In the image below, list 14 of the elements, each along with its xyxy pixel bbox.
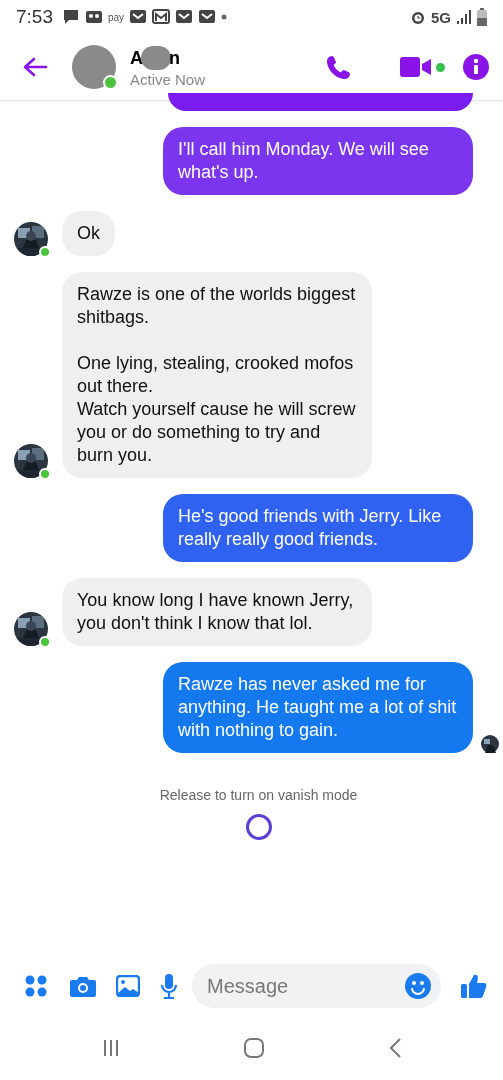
sent-message: I'll call him Monday. We will see what's up. [163,127,473,195]
status-time: 7:53 [16,6,53,28]
pay-label: pay [108,11,125,23]
received-message: Rawze is one of the worlds biggest shitbags. One lying, stealing, crooked mofos out there. Watch yourself cause he will screw you or do something to try and burn you. [62,272,372,478]
active-status: Active Now [130,71,206,88]
contact-name: n [169,47,180,69]
sent-message: He's good friends with Jerry. Like really really good friends. [163,494,473,562]
vanish-mode-hint: Release to turn on vanish mode [158,787,359,803]
contact-name: A [130,47,143,69]
message-field[interactable]: Message [192,964,441,1008]
received-message: You know long I have known Jerry, you don't think I know that lol. [62,578,372,646]
sent-message: Rawze has never asked me for anything. He taught me a lot of shit with nothing to gain. [163,662,473,753]
received-message: Ok [62,211,115,256]
network-label: 5G [431,8,451,26]
